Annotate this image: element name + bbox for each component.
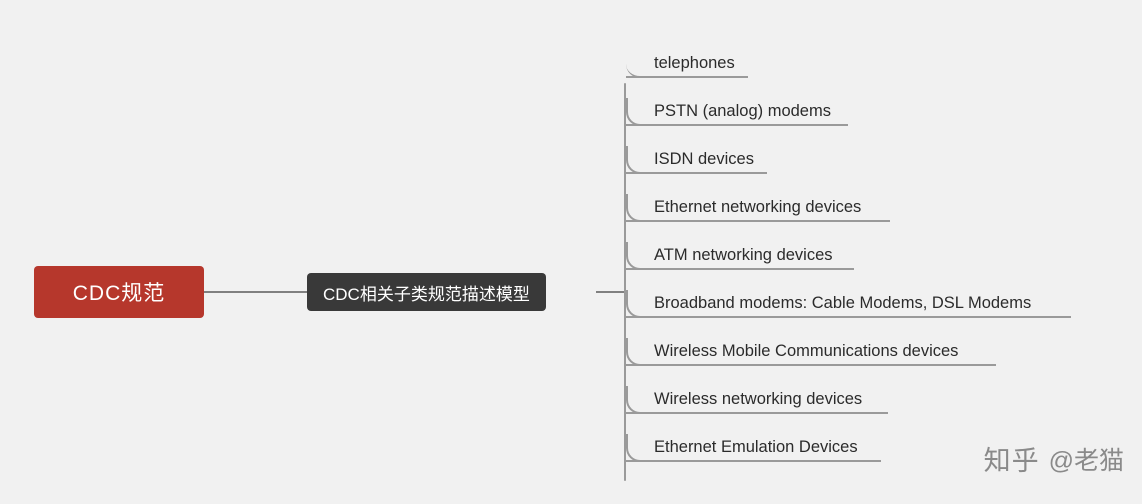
mindmap-canvas: CDC规范 CDC相关子类规范描述模型 telephones PSTN (ana… bbox=[0, 0, 1142, 504]
root-node[interactable]: CDC规范 bbox=[34, 266, 204, 318]
branch-node[interactable]: CDC相关子类规范描述模型 bbox=[307, 273, 546, 311]
zhihu-logo-text: 知乎 bbox=[983, 446, 1040, 476]
leaf-underline bbox=[626, 220, 890, 222]
leaf-curve-icon bbox=[626, 338, 654, 366]
leaf-label: ISDN devices bbox=[654, 150, 754, 168]
leaf-curve-icon bbox=[626, 50, 654, 78]
leaf-underline bbox=[626, 460, 881, 462]
leaf-underline bbox=[626, 316, 1071, 318]
root-node-label: CDC规范 bbox=[72, 282, 166, 305]
leaf-label: Wireless Mobile Communications devices bbox=[654, 342, 959, 360]
leaf-label: Ethernet networking devices bbox=[654, 198, 862, 216]
connector-branch-to-trunk bbox=[596, 291, 625, 293]
leaf-underline bbox=[626, 364, 996, 366]
leaf-curve-icon bbox=[626, 434, 654, 462]
leaf-label: Ethernet Emulation Devices bbox=[654, 438, 858, 456]
leaf-underline bbox=[626, 268, 854, 270]
leaf-underline bbox=[626, 412, 888, 414]
leaf-underline bbox=[626, 124, 848, 126]
leaf-underline bbox=[626, 172, 767, 174]
leaf-label: Wireless networking devices bbox=[654, 390, 863, 408]
leaf-label: telephones bbox=[654, 54, 735, 72]
leaf-label: Broadband modems: Cable Modems, DSL Mode… bbox=[654, 294, 1032, 312]
leaf-curve-icon bbox=[626, 146, 654, 174]
leaf-curve-icon bbox=[626, 98, 654, 126]
connector-root-to-branch bbox=[204, 291, 307, 293]
leaf-underline bbox=[626, 76, 748, 78]
watermark: 知乎 @老猫 bbox=[984, 439, 1124, 478]
leaf-label: ATM networking devices bbox=[654, 246, 833, 264]
leaf-curve-icon bbox=[626, 290, 654, 318]
leaf-label: PSTN (analog) modems bbox=[654, 102, 831, 120]
leaf-trunk-line bbox=[624, 83, 626, 481]
leaf-curve-icon bbox=[626, 194, 654, 222]
branch-node-label: CDC相关子类规范描述模型 bbox=[323, 284, 530, 304]
leaf-curve-icon bbox=[626, 242, 654, 270]
watermark-username: @老猫 bbox=[1048, 446, 1124, 475]
leaf-curve-icon bbox=[626, 386, 654, 414]
